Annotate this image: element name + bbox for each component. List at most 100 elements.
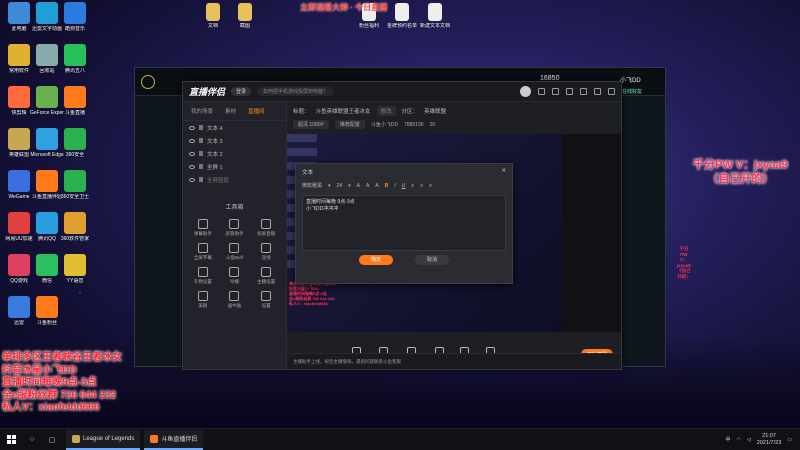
toolbox-title: 工具箱 <box>225 205 244 211</box>
login-button[interactable]: 登录 <box>231 87 252 96</box>
resolution-button[interactable]: 超清 1080P <box>293 120 329 129</box>
tool-icon <box>261 291 272 301</box>
tool-button[interactable]: 设置 <box>250 291 282 309</box>
close-icon[interactable] <box>608 88 615 95</box>
app-icon <box>64 86 86 108</box>
desktop-icon[interactable]: YY语音 <box>58 254 92 284</box>
visibility-icon[interactable] <box>189 164 195 169</box>
search-icon[interactable]: ○ <box>22 429 42 450</box>
desktop-file[interactable]: 文档 <box>196 3 230 29</box>
start-button[interactable] <box>0 429 22 450</box>
helper-titlebar-controls <box>520 86 615 97</box>
font-grow-icon[interactable]: A <box>357 183 360 189</box>
desktop-icon[interactable]: 酷狗音乐 <box>58 2 92 32</box>
chevron-down-icon[interactable]: ▾ <box>328 183 331 189</box>
lock-icon[interactable] <box>199 164 203 169</box>
notification-icon[interactable]: ▭ <box>787 437 792 443</box>
avatar[interactable] <box>520 86 531 97</box>
cancel-button[interactable]: 取消 <box>415 255 449 265</box>
lock-icon[interactable] <box>199 138 203 143</box>
tool-button[interactable]: 投屏直播 <box>250 219 282 237</box>
visibility-icon[interactable] <box>189 138 195 143</box>
desktop-icon[interactable]: 腾讯五八 <box>58 44 92 74</box>
desktop-icon[interactable]: 360安全 <box>58 128 92 158</box>
visibility-icon[interactable] <box>189 177 195 182</box>
tool-icon <box>261 267 272 277</box>
league-username: 小飞DD <box>620 78 641 84</box>
tool-button[interactable]: 导播 <box>219 267 251 285</box>
left-tab[interactable]: 素材 <box>225 107 236 115</box>
taskbar-app[interactable]: 斗鱼直播伴侣 <box>144 429 204 450</box>
tool-button[interactable]: 房管助手 <box>219 219 251 237</box>
tool-button[interactable]: 画中画 <box>219 291 251 309</box>
desktop-icon[interactable]: 360安全卫士 <box>58 170 92 200</box>
promo-overlay-text: 单排多区王者峡谷王者冰女 抖音冰星小飞DD 直播时间每晚9点-3点 全e服粉丝群 72… <box>2 352 122 415</box>
tool-button[interactable]: 连线 <box>250 243 282 261</box>
italic-icon[interactable]: I <box>394 183 395 189</box>
left-tab[interactable]: 直播间 <box>248 107 265 115</box>
viewer-count: 20 <box>429 121 436 128</box>
desktop-icon[interactable]: 360软件管家 <box>58 212 92 242</box>
app-icon <box>36 44 58 66</box>
visibility-icon[interactable] <box>189 151 195 156</box>
font-shrink-icon[interactable]: A <box>366 183 369 189</box>
visibility-icon[interactable] <box>189 125 195 130</box>
file-icon <box>395 3 409 21</box>
desktop-file[interactable]: 新建文本文档 <box>418 3 452 29</box>
maximize-icon[interactable] <box>594 88 601 95</box>
desktop-icon[interactable]: 斗鱼直播 <box>58 86 92 116</box>
desktop-file[interactable]: 金牌预约名单 <box>385 3 419 29</box>
align-center-icon[interactable]: ≡ <box>420 183 423 189</box>
text-color-icon[interactable]: A <box>375 183 378 189</box>
preview-pw-line: （自己开的） <box>677 268 691 279</box>
scene-source-item[interactable]: 全屏 1 <box>183 160 286 173</box>
scene-source-item[interactable]: 文本 3 <box>183 134 286 147</box>
stream-stats-row: 超清 1080P 推荐配置 斗鱼小飞DD 7885190 20 <box>287 118 621 131</box>
underline-icon[interactable]: U <box>402 183 406 189</box>
clock[interactable]: 21:07 2021/7/23 <box>757 433 781 447</box>
scene-source-item[interactable]: 文本 2 <box>183 147 286 160</box>
volume-icon[interactable]: ◁ <box>747 437 751 443</box>
scene-source-item[interactable]: 文本 4 <box>183 121 286 134</box>
font-size-select[interactable]: 24 <box>337 183 343 189</box>
align-left-icon[interactable]: ≡ <box>411 183 414 189</box>
tool-button[interactable]: 主播设置 <box>250 267 282 285</box>
lock-icon[interactable] <box>199 125 203 130</box>
left-tab[interactable]: 我的场景 <box>191 107 213 115</box>
font-select[interactable]: 微软雅黑 <box>302 182 322 189</box>
bitrate-button[interactable]: 推荐配置 <box>334 120 365 129</box>
tool-button[interactable]: 弹幕助手 <box>187 219 219 237</box>
ime-indicator[interactable]: 中 <box>726 436 731 443</box>
bold-icon[interactable]: B <box>385 183 389 189</box>
message-icon[interactable] <box>538 88 545 95</box>
lock-icon[interactable] <box>199 151 203 156</box>
tool-button[interactable]: 礼物设置 <box>187 267 219 285</box>
league-friends-label: 在线好友 <box>622 89 643 95</box>
menu-icon[interactable] <box>566 88 573 95</box>
dialog-text-line: 直播时间每晚 9点-3点 <box>306 199 355 205</box>
helper-tip-ticker[interactable]: 如何把手机游戏投屏到电脑？ <box>257 87 335 96</box>
text-source-dialog[interactable]: 文本 ✕ 微软雅黑 ▾ 24 ▾ A A A B I U ≡ ≡ ≡ 直播时间每… <box>295 163 513 284</box>
category-value[interactable]: 英雄联盟 <box>424 107 446 115</box>
tool-button[interactable]: 全屏字幕 <box>187 243 219 261</box>
chevron-down-icon[interactable]: ▾ <box>348 183 351 189</box>
lock-icon[interactable] <box>199 177 203 182</box>
skin-icon[interactable] <box>552 88 559 95</box>
taskbar-app[interactable]: League of Legends <box>66 429 141 450</box>
scene-source-item[interactable]: 全屏图层 <box>183 173 286 186</box>
toolbox-grid: 弹幕助手 房管助手 投屏直播全屏字幕 斗鱼Buff 连线礼物设置 导播 主播设置美颜 画中画 设… <box>183 211 286 309</box>
edit-title-button[interactable]: 修改 <box>376 106 396 116</box>
dialog-close-icon[interactable]: ✕ <box>501 168 506 176</box>
desktop-file[interactable]: 截图 <box>228 3 262 29</box>
tool-icon <box>229 243 240 253</box>
minimize-icon[interactable] <box>580 88 587 95</box>
scene-source-label: 文本 3 <box>207 138 223 145</box>
task-view-icon[interactable]: ▢ <box>42 429 62 450</box>
network-icon[interactable]: ◠ <box>737 437 741 443</box>
dialog-text-input[interactable]: 直播时间每晚 9点-3点 小飞DD冲冲冲 <box>302 195 506 251</box>
tool-button[interactable]: 美颜 <box>187 291 219 309</box>
tool-button[interactable]: 斗鱼Buff <box>219 243 251 261</box>
desktop-icon[interactable]: 斗鱼粉丝 <box>30 296 64 326</box>
confirm-button[interactable]: 确定 <box>359 255 393 265</box>
align-right-icon[interactable]: ≡ <box>429 183 432 189</box>
